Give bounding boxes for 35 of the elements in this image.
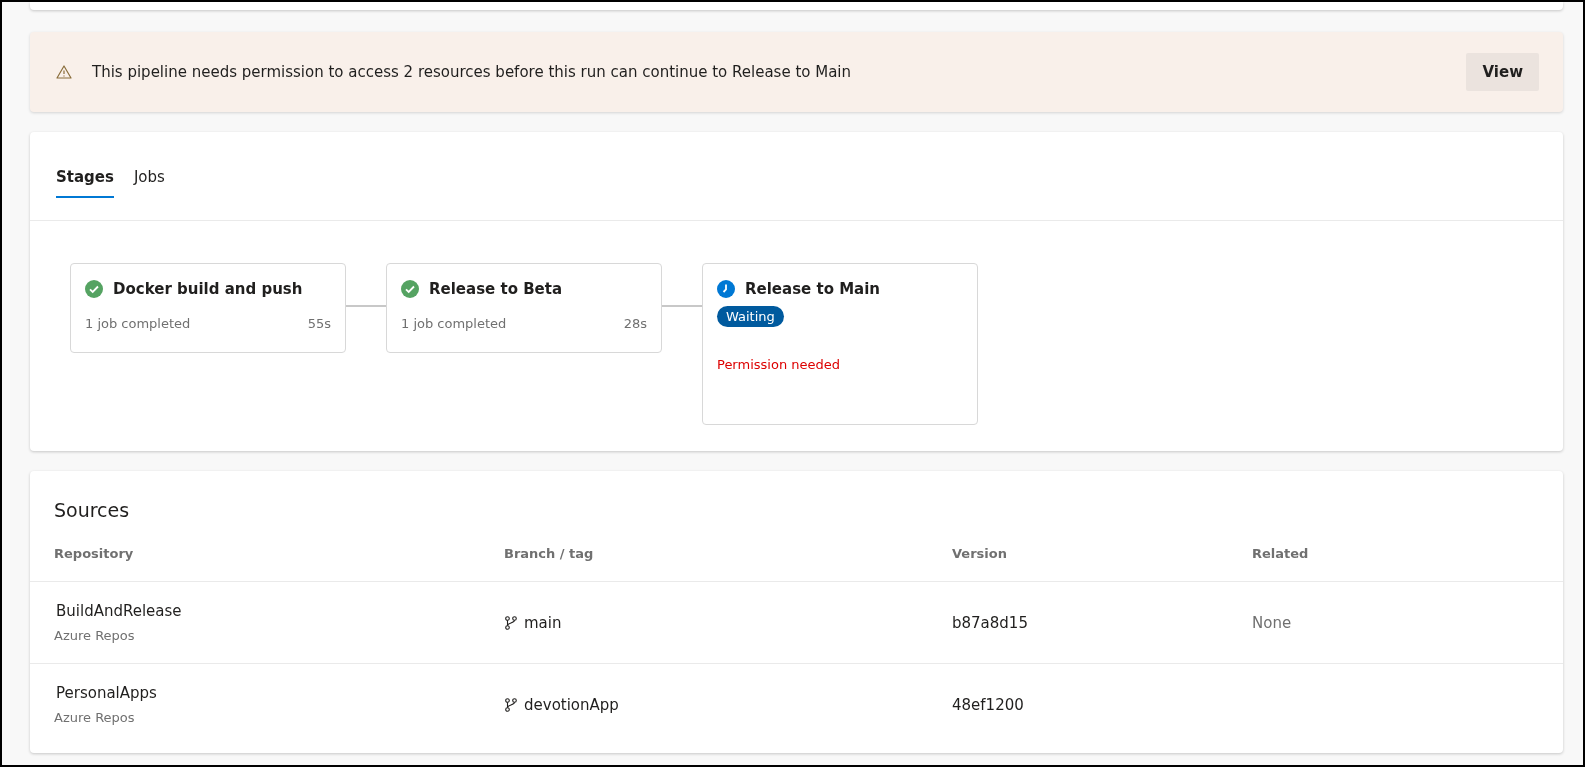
branch-name: main — [524, 613, 562, 632]
job-summary: 1 job completed — [85, 316, 191, 331]
repository-provider: Azure Repos — [54, 628, 136, 643]
branch-name: devotionApp — [524, 695, 619, 714]
related-value: None — [1252, 614, 1292, 632]
repository-name: PersonalApps — [55, 684, 158, 702]
column-header: Branch / tag — [504, 546, 594, 561]
stage-title: Release to Beta — [429, 280, 563, 298]
commit-version: b87a8d15 — [952, 614, 1028, 632]
branch-icon — [504, 615, 518, 630]
column-header: Repository — [54, 546, 134, 561]
commit-version: 48ef1200 — [952, 696, 1024, 714]
column-header: Related — [1252, 546, 1309, 561]
tab[interactable]: Stages — [56, 168, 114, 198]
job-summary: 1 job completed — [401, 316, 507, 331]
stage-card[interactable]: Docker build and push 1 job completed 55s — [70, 263, 346, 353]
duration: 55s — [307, 316, 331, 331]
banner-message: This pipeline needs permission to access 2 resources before this run can continue to Release to Main — [92, 63, 853, 81]
stage-card[interactable]: Release to Beta 1 job completed 28s — [386, 263, 662, 353]
branch-icon — [504, 697, 518, 712]
repository-name: BuildAndRelease — [55, 602, 183, 620]
view-button[interactable]: View — [1466, 53, 1539, 91]
permission-note: Permission needed — [717, 357, 841, 372]
stage-card[interactable]: Release to Main Waiting Permission needed — [702, 263, 978, 425]
stage-title: Release to Main — [745, 280, 881, 298]
section-title: Sources — [53, 498, 131, 523]
warning-icon — [56, 64, 72, 80]
tab[interactable]: Jobs — [133, 168, 165, 198]
repository-provider: Azure Repos — [54, 710, 136, 725]
column-header: Version — [952, 546, 1007, 561]
duration: 28s — [623, 316, 647, 331]
connector-line — [346, 305, 386, 307]
stage-title: Docker build and push — [113, 280, 303, 298]
status-badge: Waiting — [717, 306, 784, 327]
connector-line — [662, 305, 702, 307]
